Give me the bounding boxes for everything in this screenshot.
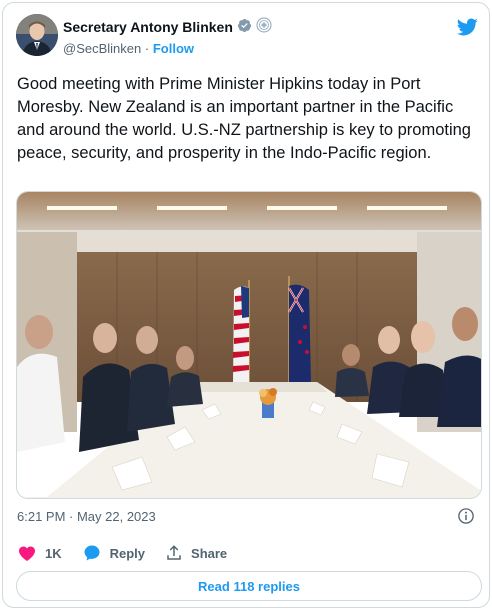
info-icon[interactable] (457, 507, 475, 525)
tweet-card: Secretary Antony Blinken @SecBlinken · F… (2, 2, 490, 608)
tweet-text: Good meeting with Prime Minister Hipkins… (17, 75, 471, 162)
government-seal-icon (256, 17, 272, 36)
share-label: Share (191, 545, 228, 561)
like-button[interactable]: 1K (17, 543, 62, 563)
follow-button[interactable]: Follow (153, 41, 194, 56)
share-icon (167, 545, 181, 560)
reply-label: Reply (109, 545, 146, 561)
heart-icon (19, 546, 35, 561)
author-name[interactable]: Secretary Antony Blinken (63, 19, 233, 35)
avatar[interactable] (16, 14, 58, 56)
verified-badge-icon (237, 18, 252, 36)
like-count: 1K (45, 545, 62, 561)
handle-separator: · (144, 41, 150, 56)
twitter-bird-icon[interactable] (455, 16, 479, 38)
tweet-timestamp[interactable]: 6:21 PM · May 22, 2023 (17, 509, 156, 524)
reply-bubble-icon (84, 545, 100, 561)
read-replies-button[interactable]: Read 118 replies (16, 571, 482, 601)
share-button[interactable]: Share (165, 544, 227, 562)
author-handle-row: @SecBlinken · Follow (63, 41, 194, 56)
author-name-row: Secretary Antony Blinken (63, 17, 272, 36)
reply-button[interactable]: Reply (82, 543, 145, 563)
tweet-photo[interactable] (16, 191, 482, 499)
author-handle[interactable]: @SecBlinken (63, 41, 141, 56)
tweet-actions: 1K Reply Share (17, 543, 247, 563)
